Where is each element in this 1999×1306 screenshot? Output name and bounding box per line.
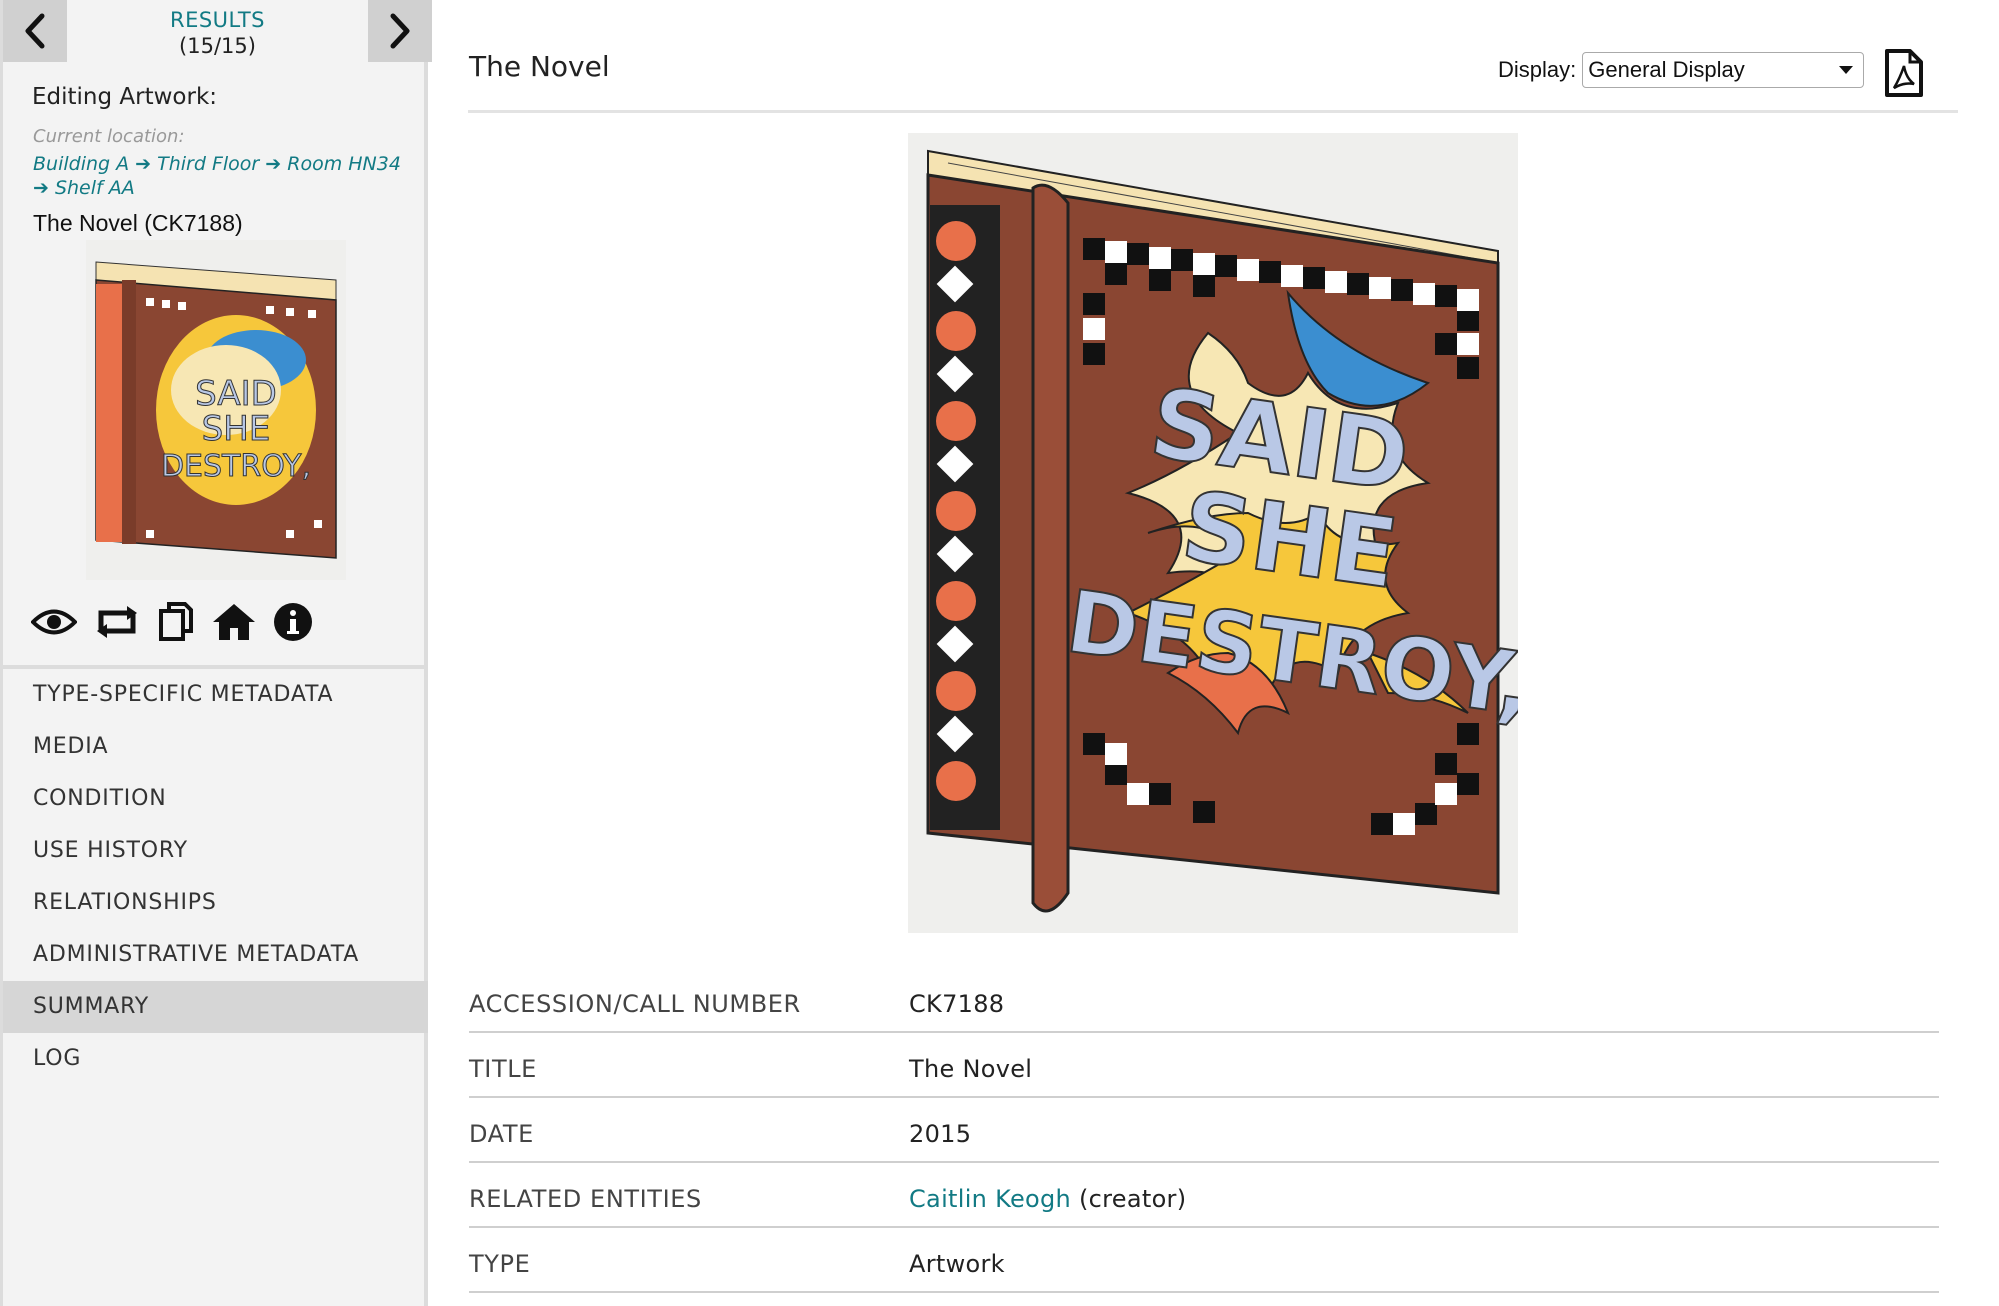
artwork-toolbar bbox=[31, 598, 329, 646]
menu-use-history[interactable]: USE HISTORY bbox=[3, 825, 428, 877]
next-result-button[interactable] bbox=[368, 0, 432, 62]
display-select-value: General Display bbox=[1588, 57, 1745, 82]
related-entities-value: Caitlin Keogh (creator) bbox=[909, 1185, 1186, 1213]
display-selector: Display: General Display bbox=[1498, 52, 1865, 88]
date-value: 2015 bbox=[909, 1119, 972, 1148]
info-icon[interactable] bbox=[273, 598, 313, 646]
menu-relationships[interactable]: RELATIONSHIPS bbox=[3, 877, 428, 929]
current-location-label: Current location: bbox=[33, 126, 185, 147]
display-select[interactable]: General Display bbox=[1582, 52, 1865, 88]
title-value: The Novel bbox=[909, 1054, 1033, 1083]
menu-log[interactable]: LOG bbox=[3, 1033, 428, 1085]
table-row: TYPE Artwork bbox=[469, 1228, 1939, 1293]
artwork-thumbnail[interactable]: SAID SHE DESTROY, bbox=[86, 240, 346, 580]
thumb-art-line3: DESTROY, bbox=[161, 449, 311, 484]
table-row: DATE 2015 bbox=[469, 1098, 1939, 1163]
menu-condition[interactable]: CONDITION bbox=[3, 773, 428, 825]
creator-link[interactable]: Caitlin Keogh bbox=[909, 1185, 1071, 1213]
title-label: TITLE bbox=[469, 1054, 537, 1083]
display-label: Display: bbox=[1498, 57, 1577, 82]
type-value: Artwork bbox=[909, 1249, 1005, 1278]
sidebar: RESULTS (15/15) Editing Artwork: Current… bbox=[0, 0, 432, 1306]
editing-label: Editing Artwork: bbox=[32, 84, 218, 110]
title-divider bbox=[468, 110, 1958, 113]
menu-summary[interactable]: SUMMARY bbox=[3, 981, 428, 1033]
eye-icon[interactable] bbox=[31, 598, 77, 646]
creator-role: (creator) bbox=[1071, 1184, 1187, 1213]
location-floor-link[interactable]: ➔ Third Floor bbox=[135, 153, 259, 175]
results-counter[interactable]: RESULTS (15/15) bbox=[67, 8, 368, 58]
main-content: The Novel Display: General Display SAID … bbox=[468, 0, 1958, 1306]
page-title: The Novel bbox=[469, 50, 610, 83]
chevron-left-icon bbox=[25, 13, 45, 49]
table-row: RELATED ENTITIES Caitlin Keogh (creator) bbox=[469, 1163, 1939, 1228]
menu-media[interactable]: MEDIA bbox=[3, 721, 428, 773]
pdf-download-button[interactable] bbox=[1884, 48, 1924, 102]
dropdown-caret-icon bbox=[1839, 66, 1854, 74]
pdf-icon bbox=[1885, 49, 1923, 97]
location-room-link[interactable]: ➔ Room HN34 bbox=[265, 153, 401, 175]
previous-result-button[interactable] bbox=[3, 0, 67, 62]
home-icon[interactable] bbox=[211, 598, 257, 646]
table-row: ACCESSION/CALL NUMBER CK7188 bbox=[469, 968, 1939, 1033]
object-title: The Novel (CK7188) bbox=[33, 210, 243, 236]
summary-table: ACCESSION/CALL NUMBER CK7188 TITLE The N… bbox=[469, 968, 1939, 1293]
section-menu: TYPE-SPECIFIC METADATA MEDIA CONDITION U… bbox=[3, 669, 428, 1085]
menu-type-specific-metadata[interactable]: TYPE-SPECIFIC METADATA bbox=[3, 669, 428, 721]
type-label: TYPE bbox=[469, 1249, 531, 1278]
artwork-image[interactable]: SAID SHE DESTROY, bbox=[908, 133, 1518, 933]
date-label: DATE bbox=[469, 1119, 534, 1148]
location-shelf-link[interactable]: ➔ Shelf AA bbox=[33, 177, 135, 199]
location-building-link[interactable]: Building A bbox=[33, 153, 129, 175]
accession-value: CK7188 bbox=[909, 989, 1005, 1018]
results-label[interactable]: RESULTS bbox=[67, 8, 368, 32]
copy-icon[interactable] bbox=[157, 598, 195, 646]
repeat-icon[interactable] bbox=[93, 598, 141, 646]
related-entities-label: RELATED ENTITIES bbox=[469, 1184, 702, 1213]
thumb-art-line2: SHE bbox=[202, 409, 271, 449]
table-row: TITLE The Novel bbox=[469, 1033, 1939, 1098]
location-breadcrumb: Building A ➔ Third Floor ➔ Room HN34 ➔ S… bbox=[33, 152, 418, 200]
results-count: (15/15) bbox=[179, 34, 256, 58]
thumb-art-line1: SAID bbox=[195, 374, 277, 414]
accession-label: ACCESSION/CALL NUMBER bbox=[469, 989, 801, 1018]
chevron-right-icon bbox=[390, 13, 410, 49]
menu-administrative-metadata[interactable]: ADMINISTRATIVE METADATA bbox=[3, 929, 428, 981]
